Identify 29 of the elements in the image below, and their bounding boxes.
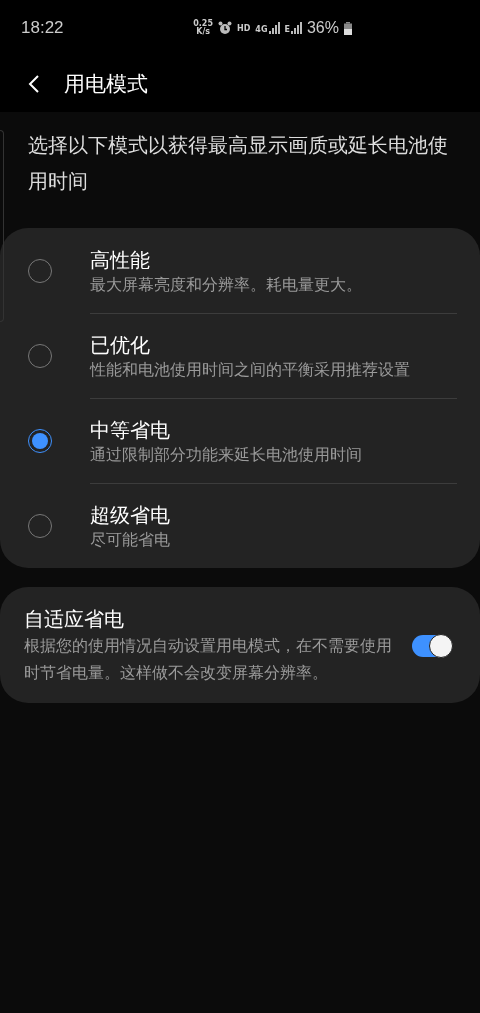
back-button[interactable] (28, 74, 40, 94)
network-speed: 0.25 K/s (193, 20, 213, 36)
status-time: 18:22 (21, 18, 64, 38)
mode-description: 通过限制部分功能来延长电池使用时间 (90, 445, 363, 466)
setting-description: 根据您的使用情况自动设置用电模式，在不需要使用时节省电量。这样做不会改变屏幕分辨率。 (24, 636, 393, 684)
battery-percent: 36% (306, 19, 339, 37)
mode-title: 中等省电 (90, 417, 171, 444)
mode-title: 超级省电 (90, 502, 171, 529)
back-icon (28, 74, 40, 94)
battery-icon (344, 21, 352, 35)
mode-option[interactable]: 超级省电 尽可能省电 (0, 483, 480, 568)
signal-icon (268, 22, 280, 34)
description-text: 选择以下模式以获得最高显示画质或延长电池使用时间 (27, 133, 449, 195)
mode-option[interactable]: 已优化 性能和电池使用时间之间的平衡采用推荐设置 (0, 313, 480, 398)
mode-title: 已优化 (90, 332, 151, 359)
mode-option[interactable]: 高性能 最大屏幕亮度和分辨率。耗电量更大。 (0, 228, 480, 313)
network-label: E (284, 25, 290, 34)
alarm-icon (218, 21, 232, 35)
mode-description: 最大屏幕亮度和分辨率。耗电量更大。 (90, 274, 363, 296)
page-title: 用电模式 (64, 71, 148, 98)
mode-description: 性能和电池使用时间之间的平衡采用推荐设置 (90, 360, 411, 381)
mode-title: 高性能 (90, 246, 151, 274)
network-label: HD (237, 23, 251, 33)
toggle-switch[interactable] (412, 635, 452, 657)
setting-title: 自适应省电 (24, 606, 125, 633)
signal-icon (290, 22, 302, 34)
network-label: 4G (255, 25, 268, 34)
mode-option[interactable]: 中等省电 通过限制部分功能来延长电池使用时间 (0, 398, 480, 483)
mode-description: 尽可能省电 (90, 530, 171, 551)
